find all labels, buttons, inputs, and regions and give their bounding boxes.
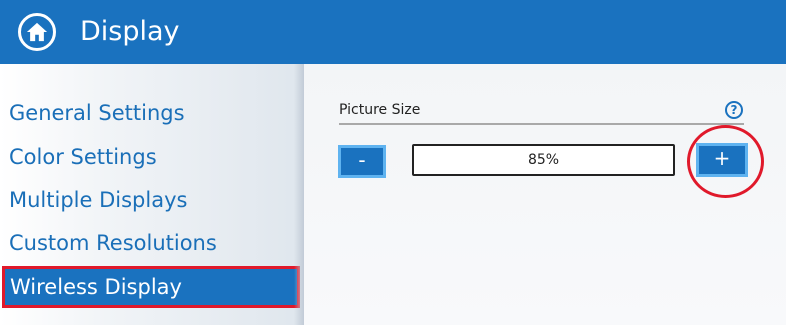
sidebar: General Settings Color Settings Multiple… [0,64,304,325]
display-settings-window: Display General Settings Color Settings … [0,0,786,325]
sidebar-item-color-settings[interactable]: Color Settings [0,138,300,176]
decrease-button[interactable]: - [338,145,386,178]
home-icon [26,22,48,42]
help-icon[interactable]: ? [725,101,743,119]
home-button[interactable] [18,13,56,51]
increase-button[interactable]: + [696,143,748,177]
main-panel: Picture Size ? - 85% + [304,64,786,325]
app-header: Display [0,0,786,64]
sidebar-item-general-settings[interactable]: General Settings [0,94,300,132]
sidebar-item-multiple-displays[interactable]: Multiple Displays [0,181,300,219]
picture-size-label: Picture Size [339,102,421,118]
page-title: Display [80,16,180,47]
picture-size-value-field[interactable]: 85% [412,144,675,176]
section-divider [339,123,744,125]
sidebar-item-wireless-display[interactable]: Wireless Display [2,266,300,308]
sidebar-item-custom-resolutions[interactable]: Custom Resolutions [0,224,300,262]
